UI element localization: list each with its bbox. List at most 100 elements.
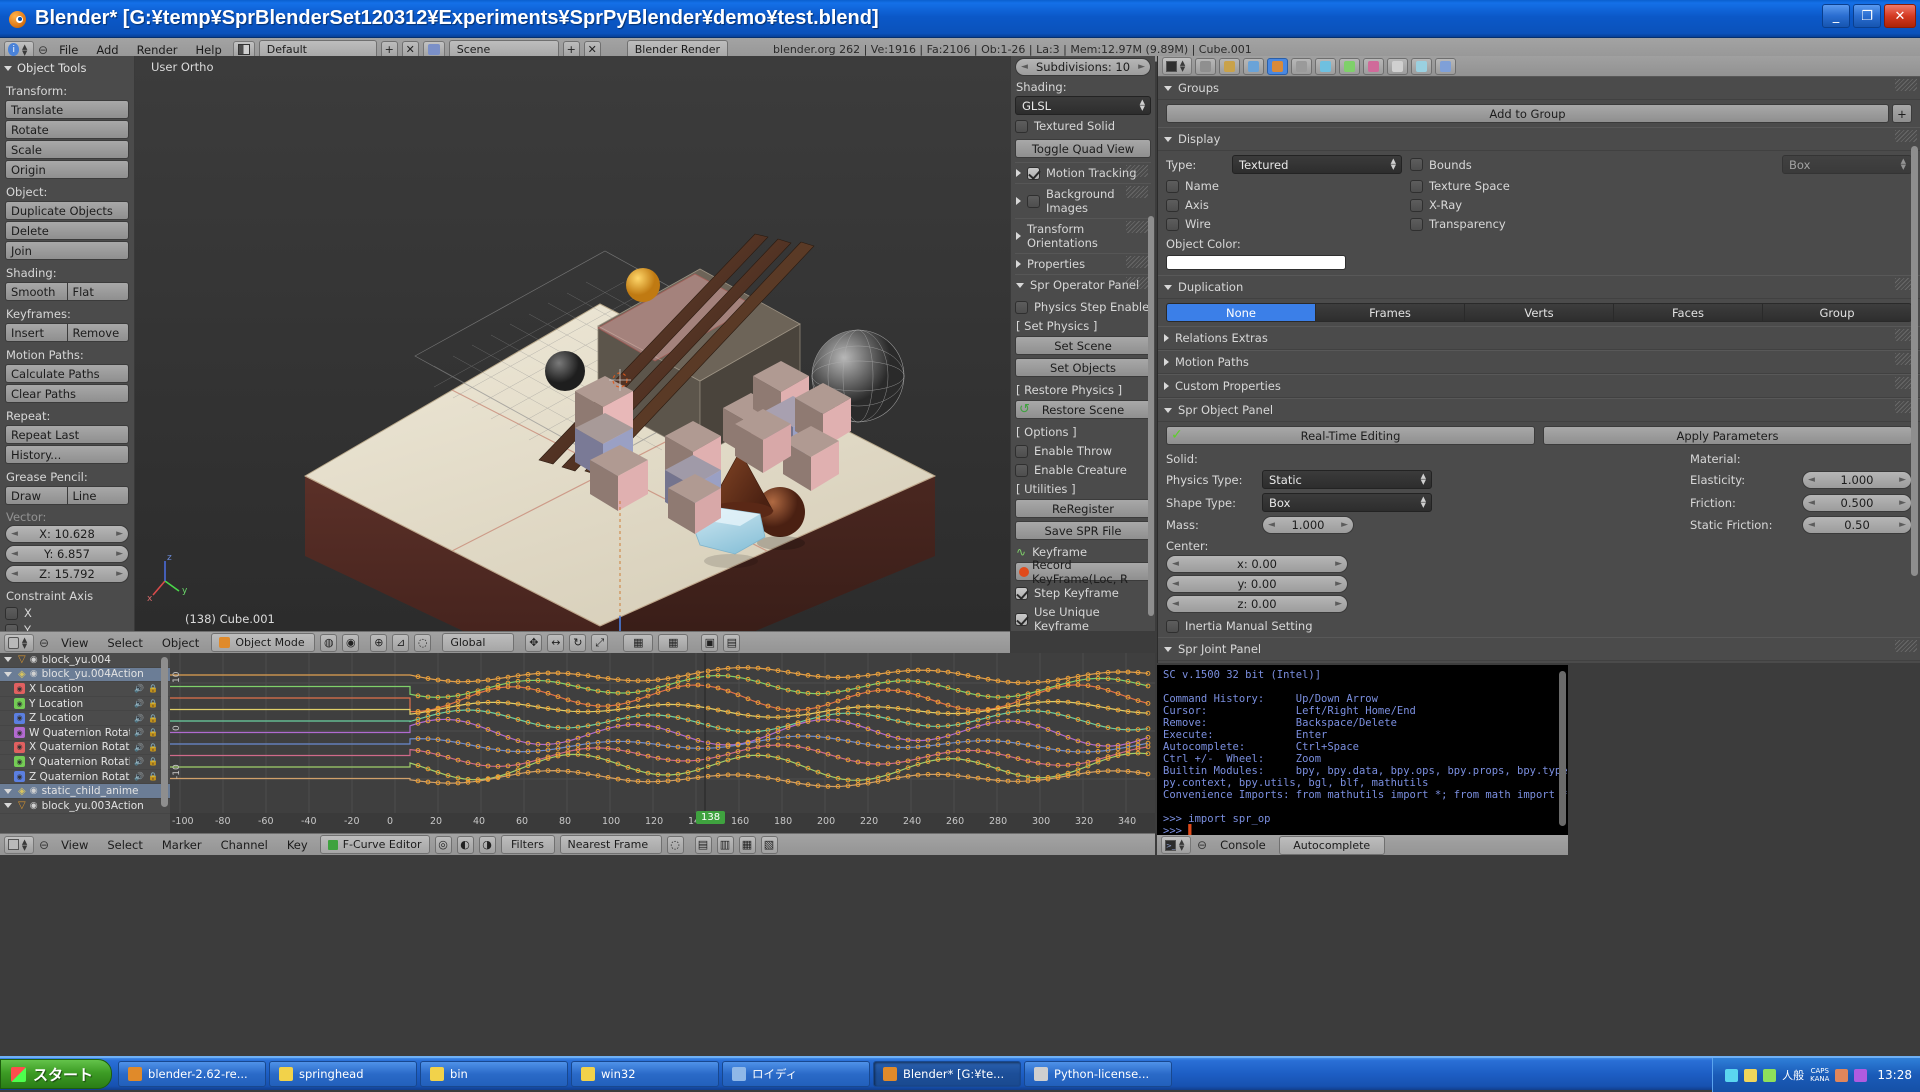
- viewport-shading-texture-icon[interactable]: ◉: [342, 633, 360, 652]
- set-scene-button[interactable]: Set Scene: [1015, 336, 1151, 355]
- shape-type-dropdown[interactable]: Box ▲ ▼: [1262, 493, 1432, 512]
- close-button[interactable]: ✕: [1884, 4, 1916, 28]
- manipulator-translate-icon[interactable]: ↔: [547, 633, 565, 652]
- graph-editor-mode-dropdown[interactable]: F-Curve Editor: [319, 835, 430, 854]
- tool-button-join[interactable]: Join: [5, 241, 129, 260]
- decrement-arrow-icon[interactable]: ◄: [1172, 559, 1179, 569]
- enable-creature-row[interactable]: Enable Creature: [1015, 463, 1151, 477]
- decrement-arrow-icon[interactable]: ◄: [1268, 520, 1275, 530]
- channel-row[interactable]: ▽ ◉ block_yu.004: [0, 653, 170, 668]
- display-transparency-row[interactable]: Transparency: [1410, 217, 1912, 231]
- maximize-button[interactable]: ❐: [1853, 4, 1881, 28]
- increment-arrow-icon[interactable]: ►: [1341, 520, 1348, 530]
- channel-row[interactable]: ◉ X Quaternion Rotation 🔊 🔒: [0, 741, 170, 756]
- curve-canvas[interactable]: [170, 653, 1155, 813]
- save-spr-file-button[interactable]: Save SPR File: [1015, 521, 1151, 540]
- collapse-graph-menu-icon[interactable]: ⊖: [39, 838, 49, 852]
- vector-field-x[interactable]: ◄ X: 10.628 ►: [5, 525, 129, 543]
- step-keyframe-row[interactable]: Step Keyframe: [1015, 586, 1151, 600]
- channel-list[interactable]: ▽ ◉ block_yu.004 ◈ ◉ block_yu.004Action ◉ X Loc…: [0, 653, 170, 833]
- groups-panel-header[interactable]: Groups: [1158, 76, 1920, 100]
- visibility-eye-icon[interactable]: ◉: [30, 669, 38, 679]
- real-time-editing-button[interactable]: ✓ Real-Time Editing: [1166, 426, 1535, 445]
- checkbox[interactable]: [1166, 179, 1179, 193]
- vector-field-z[interactable]: ◄ Z: 15.792 ►: [5, 565, 129, 583]
- tool-button-translate[interactable]: Translate: [5, 100, 129, 119]
- channel-row[interactable]: ◉ Z Location 🔊 🔒: [0, 711, 170, 726]
- display-xray-row[interactable]: X-Ray: [1410, 198, 1912, 212]
- mute-speaker-icon[interactable]: 🔊: [134, 757, 144, 766]
- editor-type-graph-icon[interactable]: ▲ ▼: [4, 835, 34, 854]
- tool-button-history[interactable]: History...: [5, 445, 129, 464]
- pivot-point-icon[interactable]: ⊕: [370, 633, 388, 652]
- decrement-arrow-icon[interactable]: ◄: [1021, 62, 1028, 72]
- mute-speaker-icon[interactable]: 🔊: [134, 714, 144, 723]
- duplication-option-verts[interactable]: Verts: [1465, 303, 1614, 322]
- decrement-arrow-icon[interactable]: ◄: [11, 549, 18, 559]
- enable-throw-row[interactable]: Enable Throw: [1015, 444, 1151, 458]
- spr-joint-panel-header[interactable]: Spr Joint Panel: [1158, 637, 1920, 661]
- world-icon[interactable]: [1243, 57, 1264, 75]
- increment-arrow-icon[interactable]: ►: [1335, 559, 1342, 569]
- taskbar-item[interactable]: bin: [420, 1061, 569, 1087]
- checkbox[interactable]: [5, 623, 18, 631]
- increment-arrow-icon[interactable]: ►: [1138, 62, 1145, 72]
- scene-icon[interactable]: [1219, 57, 1240, 75]
- channel-row[interactable]: ◈ ◉ block_yu.004Action: [0, 667, 170, 683]
- hidden-channels-icon[interactable]: ◑: [478, 835, 496, 854]
- lock-icon[interactable]: 🔒: [148, 772, 158, 781]
- snap-mode-dropdown[interactable]: Nearest Frame: [559, 835, 662, 854]
- graph-menu-key[interactable]: Key: [280, 836, 315, 854]
- checkbox[interactable]: [1015, 612, 1028, 626]
- channel-scrollbar[interactable]: [161, 657, 168, 807]
- lock-camera-icon[interactable]: ▤: [723, 633, 741, 652]
- static-friction-field[interactable]: ◄ 0.50 ►: [1802, 516, 1912, 534]
- increment-arrow-icon[interactable]: ►: [1899, 498, 1906, 508]
- bounds-row[interactable]: Bounds: [1410, 158, 1774, 172]
- set-objects-button[interactable]: Set Objects: [1015, 358, 1151, 377]
- properties-scrollbar[interactable]: [1911, 146, 1918, 576]
- checkbox[interactable]: [1166, 198, 1179, 212]
- checkbox[interactable]: [1410, 198, 1423, 212]
- collapsed-panel-motion-tracking[interactable]: Motion Tracking: [1015, 162, 1151, 183]
- toggle-quad-view-button[interactable]: Toggle Quad View: [1015, 139, 1151, 158]
- lock-icon[interactable]: 🔒: [148, 684, 158, 693]
- graph-menu-view[interactable]: View: [54, 836, 95, 854]
- data-icon[interactable]: [1339, 57, 1360, 75]
- duplication-option-faces[interactable]: Faces: [1614, 303, 1763, 322]
- mute-speaker-icon[interactable]: 🔊: [134, 743, 144, 752]
- duplication-option-group[interactable]: Group: [1763, 303, 1912, 322]
- physics-icon[interactable]: [1435, 57, 1456, 75]
- collapsed-panel-background-images[interactable]: Background Images: [1015, 183, 1151, 218]
- increment-arrow-icon[interactable]: ►: [116, 529, 123, 539]
- display-texture-space-row[interactable]: Texture Space: [1410, 179, 1912, 193]
- tool-button-delete[interactable]: Delete: [5, 221, 129, 240]
- tool-button-duplicate-objects[interactable]: Duplicate Objects: [5, 201, 129, 220]
- collapsed-panel-transform-orientations[interactable]: Transform Orientations: [1015, 218, 1151, 253]
- paste-keys-icon[interactable]: ▧: [760, 835, 778, 854]
- editor-type-properties-icon[interactable]: ▲ ▼: [1162, 57, 1192, 75]
- decrement-arrow-icon[interactable]: ◄: [1172, 599, 1179, 609]
- layer-block-1-icon[interactable]: ▦: [623, 633, 654, 652]
- constraint-axis-x[interactable]: X: [5, 606, 129, 620]
- lock-icon[interactable]: 🔒: [148, 743, 158, 752]
- textured-solid-row[interactable]: Textured Solid: [1015, 119, 1151, 133]
- taskbar-item[interactable]: win32: [571, 1061, 720, 1087]
- spr-object-panel-header[interactable]: Spr Object Panel: [1158, 398, 1920, 422]
- collapsed-motion-paths[interactable]: Motion Paths: [1158, 350, 1920, 374]
- collapse-menu-icon[interactable]: ⊖: [38, 43, 48, 57]
- center-field-x[interactable]: ◄ x: 0.00 ►: [1166, 555, 1348, 573]
- channel-row[interactable]: ◈ ◉ static_child_anime: [0, 784, 170, 799]
- increment-arrow-icon[interactable]: ►: [116, 569, 123, 579]
- checkbox[interactable]: [1027, 194, 1040, 208]
- checkbox[interactable]: [1027, 166, 1040, 180]
- interaction-mode-dropdown[interactable]: Object Mode: [211, 633, 316, 652]
- normalize-icon[interactable]: ▤: [694, 835, 712, 854]
- lock-icon[interactable]: 🔒: [148, 714, 158, 723]
- taskbar-item[interactable]: ロイディ: [722, 1061, 871, 1087]
- viewprops-scrollbar[interactable]: [1148, 216, 1154, 616]
- editor-type-view3d-icon[interactable]: ▲ ▼: [4, 633, 34, 652]
- taskbar-item[interactable]: Python-license...: [1024, 1061, 1173, 1087]
- decrement-arrow-icon[interactable]: ◄: [11, 569, 18, 579]
- display-wire-row[interactable]: Wire: [1166, 217, 1402, 231]
